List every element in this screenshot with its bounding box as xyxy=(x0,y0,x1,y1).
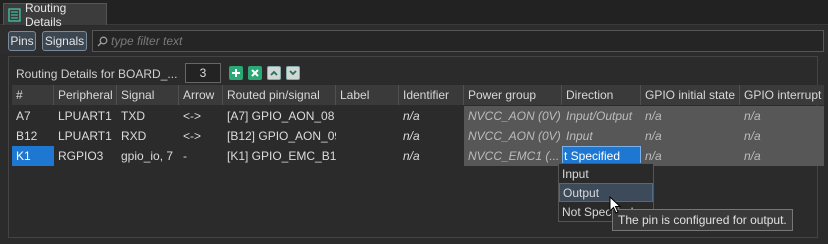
cell-routed-pin: [A7] GPIO_AON_08 xyxy=(227,109,335,123)
tooltip: The pin is configured for output. xyxy=(612,209,793,231)
cell-label[interactable] xyxy=(336,146,399,166)
cell-label[interactable] xyxy=(336,126,399,146)
cell-identifier[interactable]: n/a xyxy=(399,126,464,146)
cell-pin: A7 xyxy=(16,109,31,123)
chevron-down-icon xyxy=(289,70,297,76)
plus-icon xyxy=(232,69,240,77)
cell-signal: RXD xyxy=(121,129,147,143)
move-up-button[interactable] xyxy=(267,66,281,80)
column-header[interactable]: GPIO initial state xyxy=(641,85,740,105)
table-row[interactable]: A7 LPUART1 TXD <-> [A7] GPIO_AON_08 n/a … xyxy=(12,106,824,126)
cell-pin: B12 xyxy=(16,129,38,143)
cell-identifier[interactable]: n/a xyxy=(399,106,464,126)
cell-gpio-interrupt: n/a xyxy=(740,146,824,166)
cell-power-group: NVCC_EMC1 (... xyxy=(464,146,562,166)
close-icon xyxy=(251,69,259,77)
table-row[interactable]: B12 LPUART1 RXD <-> [B12] GPIO_AON_09 n/… xyxy=(12,126,824,146)
cell-power-group: NVCC_AON (0V) xyxy=(464,126,562,146)
cell-gpio-initial-state: n/a xyxy=(641,106,740,126)
dropdown-option-input[interactable]: Input xyxy=(559,164,653,183)
tab-routing-details[interactable]: Routing Details xyxy=(3,1,107,29)
dropdown-option-output[interactable]: Output xyxy=(559,183,653,202)
table-row-selected[interactable]: K1 RGPIO3 gpio_io, 7 - [K1] GPIO_EMC_B1.… xyxy=(12,146,824,225)
cell-signal: gpio_io, 7 xyxy=(121,149,174,163)
mouse-cursor-icon xyxy=(609,196,622,214)
cell-pin: K1 xyxy=(12,146,54,166)
remove-row-button[interactable] xyxy=(248,66,262,80)
column-header[interactable]: Label xyxy=(336,85,399,105)
cell-gpio-initial-state: n/a xyxy=(641,146,740,166)
view-tab-bar: Routing Details xyxy=(0,0,828,29)
cell-gpio-interrupt: n/a xyxy=(740,126,824,146)
cell-peripheral: RGPIO3 xyxy=(58,149,104,163)
cell-peripheral: LPUART1 xyxy=(58,129,112,143)
column-header[interactable]: GPIO interrupt xyxy=(740,85,824,105)
routing-count: 3 xyxy=(185,63,221,83)
chevron-up-icon xyxy=(270,70,278,76)
cell-gpio-interrupt: n/a xyxy=(740,106,824,126)
filter-input[interactable] xyxy=(111,34,711,48)
cell-arrow: - xyxy=(183,149,187,163)
pins-toggle-button[interactable]: Pins xyxy=(8,31,36,51)
tab-title: Routing Details xyxy=(24,0,67,29)
column-header[interactable]: Routed pin/signal xyxy=(223,85,336,105)
cell-routed-pin: [K1] GPIO_EMC_B1... xyxy=(227,149,336,163)
cell-direction[interactable]: Input/Output xyxy=(562,106,641,126)
add-row-button[interactable] xyxy=(229,66,243,80)
column-header[interactable]: Power group xyxy=(464,85,562,105)
filter-field[interactable] xyxy=(92,30,824,52)
cell-arrow: <-> xyxy=(183,109,202,123)
cell-gpio-initial-state: n/a xyxy=(641,126,740,146)
column-header[interactable]: Direction xyxy=(562,85,641,105)
column-header[interactable]: Signal xyxy=(117,85,179,105)
search-icon xyxy=(97,36,108,47)
cell-direction[interactable]: Input xyxy=(562,126,641,146)
cell-arrow: <-> xyxy=(183,129,202,143)
cell-identifier[interactable]: n/a xyxy=(399,146,464,166)
cell-label[interactable] xyxy=(336,106,399,126)
column-header[interactable]: Peripheral xyxy=(54,85,117,105)
signals-toggle-button[interactable]: Signals xyxy=(42,31,87,51)
column-header[interactable]: # xyxy=(12,85,54,105)
direction-combo-value: t Specified xyxy=(564,149,621,163)
cell-signal: TXD xyxy=(121,109,145,123)
move-down-button[interactable] xyxy=(286,66,300,80)
details-title: Routing Details for BOARD_... xyxy=(16,67,178,81)
routing-details-icon xyxy=(8,7,21,22)
cell-routed-pin: [B12] GPIO_AON_09 xyxy=(227,129,336,143)
cell-peripheral: LPUART1 xyxy=(58,109,112,123)
column-header[interactable]: Arrow xyxy=(179,85,223,105)
column-header[interactable]: Identifier xyxy=(399,85,464,105)
filter-toolbar: Pins Signals xyxy=(0,26,828,53)
cell-power-group: NVCC_AON (0V) xyxy=(464,106,562,126)
